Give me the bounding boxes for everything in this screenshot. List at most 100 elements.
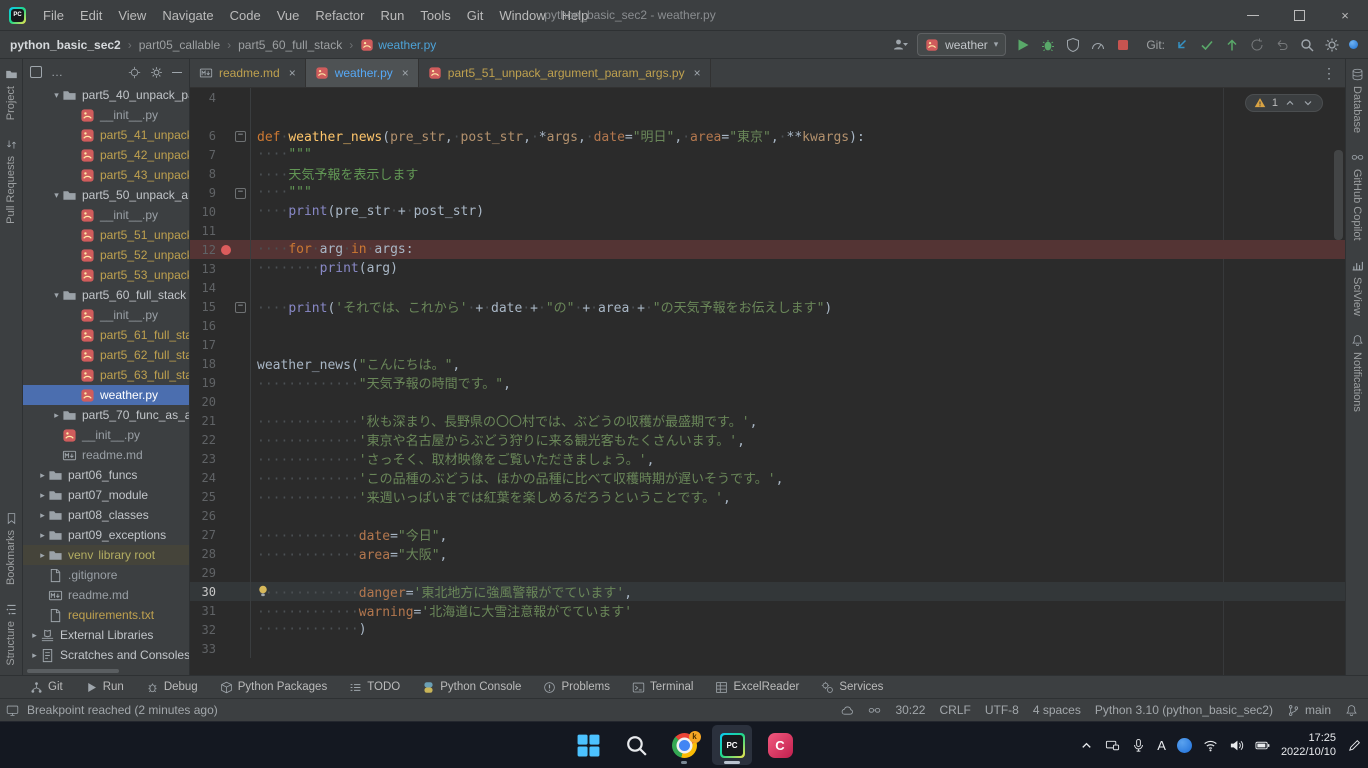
fold-icon[interactable]: − bbox=[235, 302, 246, 313]
tray-microphone-icon[interactable] bbox=[1131, 738, 1146, 753]
tree-item[interactable]: requirements.txt bbox=[23, 605, 189, 625]
tree-chevron-icon[interactable]: ▸ bbox=[29, 650, 40, 661]
gutter-line-number[interactable]: 17 bbox=[190, 338, 216, 352]
menu-help[interactable]: Help bbox=[554, 1, 597, 30]
gutter-line-number[interactable]: 24 bbox=[190, 471, 216, 485]
tree-item[interactable]: ▾part5_50_unpack_argun bbox=[23, 185, 189, 205]
gutter-line-number[interactable]: 7 bbox=[190, 148, 216, 162]
gutter-line-number[interactable]: 14 bbox=[190, 281, 216, 295]
line-ending-indicator[interactable]: CRLF bbox=[939, 703, 970, 717]
wifi-icon[interactable] bbox=[1203, 738, 1218, 753]
fold-icon[interactable]: − bbox=[235, 131, 246, 142]
menu-file[interactable]: File bbox=[35, 1, 72, 30]
tool-stripe-github-copilot[interactable]: GitHub Copilot bbox=[1351, 142, 1364, 250]
settings-gear-icon[interactable] bbox=[1324, 37, 1340, 53]
code-line[interactable]: 29 bbox=[190, 563, 1345, 582]
update-project-button[interactable] bbox=[1174, 37, 1190, 53]
menu-code[interactable]: Code bbox=[222, 1, 269, 30]
code-line[interactable]: 16 bbox=[190, 316, 1345, 335]
tree-item[interactable]: ▸venvlibrary root bbox=[23, 545, 189, 565]
tool-stripe-database[interactable]: Database bbox=[1351, 59, 1364, 142]
notifications-bell-icon[interactable] bbox=[1345, 704, 1358, 717]
tool-window-button-excelreader[interactable]: ExcelReader bbox=[715, 681, 799, 694]
tool-window-button-git[interactable]: Git bbox=[30, 681, 63, 694]
tool-window-button-run[interactable]: Run bbox=[85, 681, 124, 694]
git-branch-widget[interactable]: main bbox=[1287, 703, 1331, 717]
tab-readme-md[interactable]: readme.md× bbox=[190, 59, 306, 87]
tree-horizontal-scrollbar[interactable] bbox=[27, 669, 119, 673]
settings-sync-icon[interactable] bbox=[1349, 40, 1358, 49]
tree-item[interactable]: part5_43_unpack_pa bbox=[23, 165, 189, 185]
menu-window[interactable]: Window bbox=[491, 1, 553, 30]
indent-indicator[interactable]: 4 spaces bbox=[1033, 703, 1081, 717]
gutter-line-number[interactable]: 16 bbox=[190, 319, 216, 333]
locate-file-icon[interactable] bbox=[128, 66, 141, 79]
tool-window-button-debug[interactable]: Debug bbox=[146, 681, 198, 694]
search-everywhere-icon[interactable] bbox=[1299, 37, 1315, 53]
profiler-button[interactable] bbox=[1090, 37, 1106, 53]
code-line[interactable]: 6−def·weather_news(pre_str,·post_str,·*a… bbox=[190, 126, 1345, 145]
code-line[interactable]: 20 bbox=[190, 392, 1345, 411]
tree-item[interactable]: part5_61_full_stack.p bbox=[23, 325, 189, 345]
code-line[interactable]: 12····for·arg·in·args: bbox=[190, 240, 1345, 259]
code-line[interactable]: 11 bbox=[190, 221, 1345, 240]
pen-menu-icon[interactable] bbox=[1347, 738, 1362, 753]
code-line[interactable]: 33 bbox=[190, 639, 1345, 658]
menu-view[interactable]: View bbox=[110, 1, 154, 30]
tool-window-button-python-console[interactable]: Python Console bbox=[422, 681, 521, 694]
copilot-status-icon[interactable] bbox=[868, 704, 881, 717]
tree-item[interactable]: part5_62_full_stack bbox=[23, 345, 189, 365]
gutter-line-number[interactable]: 29 bbox=[190, 566, 216, 580]
tree-item[interactable]: readme.md bbox=[23, 445, 189, 465]
tab-close-icon[interactable]: × bbox=[694, 66, 701, 80]
code-line[interactable]: 25·············'来週いっぱいまでは紅葉を楽しめるだろうということ… bbox=[190, 487, 1345, 506]
history-button[interactable] bbox=[1249, 37, 1265, 53]
code-line[interactable]: 19·············"天気予報の時間です。", bbox=[190, 373, 1345, 392]
code-line[interactable]: 13········print(arg) bbox=[190, 259, 1345, 278]
tree-item[interactable]: part5_42_unpack_pa bbox=[23, 145, 189, 165]
tool-window-button-terminal[interactable]: Terminal bbox=[632, 681, 693, 694]
gutter-line-number[interactable]: 33 bbox=[190, 642, 216, 656]
tree-chevron-icon[interactable]: ▸ bbox=[37, 510, 48, 521]
tree-item[interactable]: part5_53_unpack_an bbox=[23, 265, 189, 285]
gutter-line-number[interactable]: 27 bbox=[190, 528, 216, 542]
undo-button[interactable] bbox=[1274, 37, 1290, 53]
tray-blue-app-icon[interactable] bbox=[1177, 738, 1192, 753]
tree-item[interactable]: ▸part06_funcs bbox=[23, 465, 189, 485]
breadcrumb-item[interactable]: weather.py bbox=[360, 38, 436, 52]
tool-stripe-structure[interactable]: Structure bbox=[5, 594, 18, 675]
tree-item[interactable]: weather.py bbox=[23, 385, 189, 405]
code-line[interactable]: 14 bbox=[190, 278, 1345, 297]
tree-item[interactable]: ▾part5_40_unpack_param bbox=[23, 85, 189, 105]
weather-cloud-icon[interactable] bbox=[841, 704, 854, 717]
gutter-line-number[interactable]: 15 bbox=[190, 300, 216, 314]
gutter-line-number[interactable]: 9 bbox=[190, 186, 216, 200]
gutter-line-number[interactable]: 28 bbox=[190, 547, 216, 561]
tree-item[interactable]: part5_41_unpack_pa bbox=[23, 125, 189, 145]
run-config-selector[interactable]: weather ▾ bbox=[917, 33, 1006, 56]
tool-stripe-pull-requests[interactable]: Pull Requests bbox=[5, 129, 18, 233]
taskbar-clipchamp-button[interactable]: C bbox=[760, 725, 800, 765]
code-line[interactable]: 22·············'東京や名古屋からぶどう狩りに来る観光客もたくさん… bbox=[190, 430, 1345, 449]
panel-settings-gear-icon[interactable] bbox=[150, 66, 163, 79]
gutter-line-number[interactable]: 6 bbox=[190, 129, 216, 143]
ime-mode-indicator[interactable]: A bbox=[1157, 738, 1166, 753]
debug-button[interactable] bbox=[1040, 37, 1056, 53]
code-line[interactable]: 7····""" bbox=[190, 145, 1345, 164]
code-with-me-icon[interactable] bbox=[892, 37, 908, 53]
gutter-line-number[interactable]: 20 bbox=[190, 395, 216, 409]
tree-item[interactable]: ▸part09_exceptions bbox=[23, 525, 189, 545]
prev-issue-chevron-icon[interactable] bbox=[1284, 97, 1296, 109]
tree-chevron-icon[interactable]: ▸ bbox=[37, 550, 48, 561]
commit-button[interactable] bbox=[1199, 37, 1215, 53]
breadcrumb-item[interactable]: part05_callable bbox=[139, 38, 220, 52]
run-button[interactable] bbox=[1015, 37, 1031, 53]
tool-window-button-problems[interactable]: Problems bbox=[543, 681, 610, 694]
tool-stripe-bookmarks[interactable]: Bookmarks bbox=[5, 503, 18, 594]
fold-icon[interactable]: − bbox=[235, 188, 246, 199]
tray-display-icon[interactable] bbox=[1105, 738, 1120, 753]
tree-item[interactable]: part5_51_unpack_an bbox=[23, 225, 189, 245]
gutter-line-number[interactable]: 30 bbox=[190, 585, 216, 599]
menu-git[interactable]: Git bbox=[459, 1, 492, 30]
tree-item[interactable]: .gitignore bbox=[23, 565, 189, 585]
